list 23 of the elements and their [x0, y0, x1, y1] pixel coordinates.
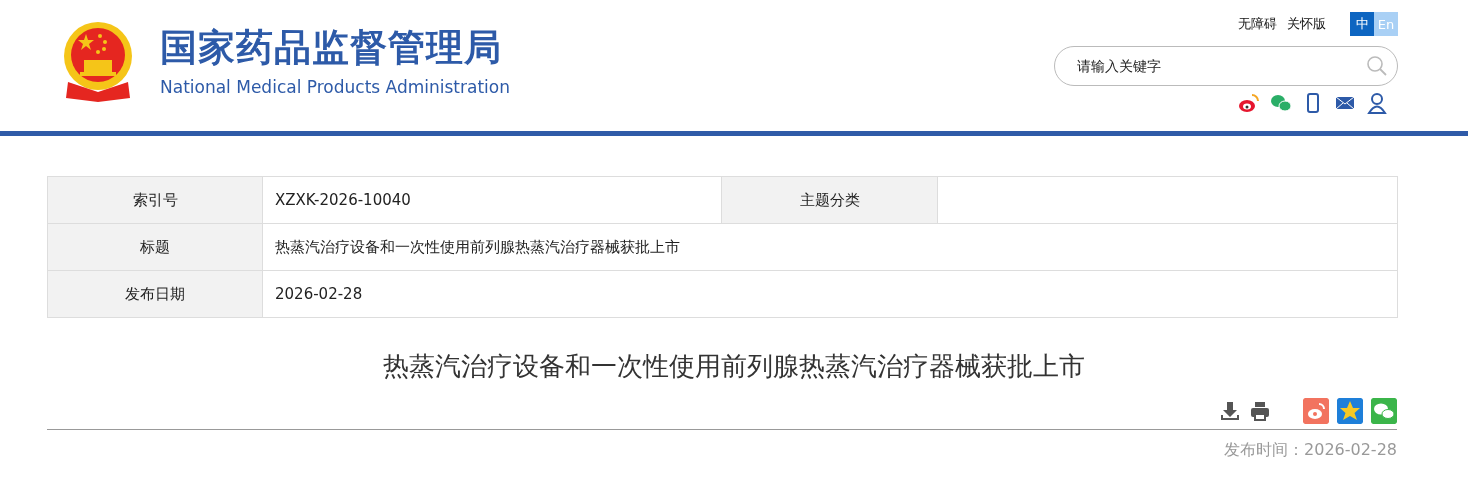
search-field[interactable]: 请输入关键字 — [1054, 46, 1398, 86]
publish-time: 发布时间：2026-02-28 — [1224, 440, 1397, 459]
language-tab[interactable]: 中 — [1350, 12, 1374, 36]
field-value: 热蒸汽治疗设备和一次性使用前列腺热蒸汽治疗器械获批上市 — [262, 223, 1398, 271]
field-label: 标题 — [47, 223, 263, 271]
top-link[interactable]: 无障碍 — [1238, 15, 1277, 33]
article-title: 热蒸汽治疗设备和一次性使用前列腺热蒸汽治疗器械获批上市 — [382, 350, 1086, 383]
field-label: 主题分类 — [721, 176, 938, 224]
field-value: 2026-02-28 — [262, 270, 1398, 318]
site-title: 国家药品监督管理局 — [160, 24, 503, 71]
site-subtitle: National Medical Products Administration — [160, 75, 510, 98]
field-label: 发布日期 — [47, 270, 263, 318]
download-icon[interactable] — [1219, 400, 1241, 422]
field-value: XZXK-2026-10040 — [262, 176, 722, 224]
weibo-icon[interactable] — [1238, 92, 1260, 114]
weibo-share-icon[interactable] — [1303, 398, 1329, 424]
star-share-icon[interactable] — [1337, 398, 1363, 424]
wechat-icon[interactable] — [1270, 92, 1292, 114]
print-icon[interactable] — [1249, 400, 1271, 422]
field-label: 索引号 — [47, 176, 263, 224]
user-icon[interactable] — [1366, 92, 1388, 114]
wechat-share-icon[interactable] — [1371, 398, 1397, 424]
top-link[interactable]: 关怀版 — [1287, 15, 1326, 33]
